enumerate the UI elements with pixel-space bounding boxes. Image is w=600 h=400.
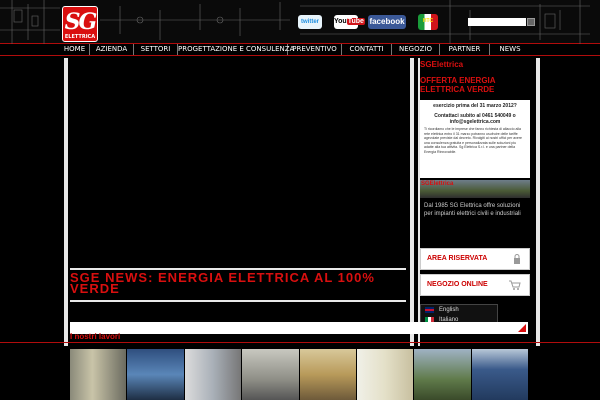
area-riservata-label: AREA RISERVATA <box>427 255 488 262</box>
sg-elettrica-logo[interactable]: SG ELETTRICA <box>62 6 98 42</box>
gallery-thumb-landscape[interactable] <box>414 349 471 400</box>
negozio-online-button[interactable]: NEGOZIO ONLINE <box>420 274 530 296</box>
twitter-link[interactable]: twitter <box>298 15 322 29</box>
nav-partner[interactable]: PARTNER <box>440 44 490 55</box>
header-divider <box>0 55 600 56</box>
cart-icon <box>509 280 521 290</box>
language-english-label: English <box>439 307 459 313</box>
nav-negozio[interactable]: NEGOZIO <box>392 44 440 55</box>
youtube-tube: Tube <box>346 18 365 25</box>
notice-contact: Contattaci subito al 0461 540049 o info@… <box>434 113 516 125</box>
site-header: SG ELETTRICA twitter YouTube facebook HT… <box>0 0 600 44</box>
area-riservata-button[interactable]: AREA RISERVATA <box>420 248 530 270</box>
facebook-link[interactable]: facebook <box>368 15 406 29</box>
news-heading[interactable]: SGE NEWS: ENERGIA ELETTRICA AL 100% VERD… <box>70 271 406 295</box>
sidebar-headline[interactable]: OFFERTA ENERGIA ELETTRICA VERDE <box>420 76 530 94</box>
notice-body: Ti ricordiamo che le imprese che fanno r… <box>424 127 522 154</box>
lock-icon <box>514 254 520 264</box>
logo-subtitle: ELETTRICA <box>64 34 96 40</box>
nav-preventivo[interactable]: PREVENTIVO <box>288 44 342 55</box>
gallery-thumb-electrical-panel[interactable] <box>70 349 127 400</box>
nav-azienda[interactable]: AZIENDA <box>90 44 134 55</box>
partner-badge-icon[interactable]: HTC <box>418 14 438 30</box>
sidebar-title: SGElettrica <box>420 60 464 69</box>
gallery-thumb-solar-panels[interactable] <box>471 349 528 400</box>
language-english[interactable]: English <box>421 305 497 315</box>
search-button[interactable] <box>527 18 535 26</box>
gallery-thumb-building[interactable] <box>299 349 356 400</box>
nav-news[interactable]: NEWS <box>490 44 530 55</box>
search-input[interactable] <box>468 18 526 26</box>
notice-box: esercizio prima del 31 marzo 2012? Conta… <box>420 100 530 178</box>
gallery-thumb-wiring-diagram[interactable] <box>356 349 414 400</box>
nav-progettazione[interactable]: PROGETTAZIONE E CONSULENZA <box>178 44 294 55</box>
main-content-panel <box>64 58 414 346</box>
negozio-online-label: NEGOZIO ONLINE <box>427 281 488 288</box>
gallery-thumb-switchboard[interactable] <box>184 349 242 400</box>
sidebar-photo-label: SGElettrica <box>421 181 454 187</box>
gallery-divider <box>0 342 600 343</box>
youtube-you: You <box>334 18 347 25</box>
youtube-link[interactable]: YouTube <box>334 15 365 29</box>
main-navigation: HOME AZIENDA SETTORI PROGETTAZIONE E CON… <box>60 44 540 55</box>
uk-flag-icon <box>425 307 434 313</box>
gallery-title: I nostri lavori <box>70 332 121 341</box>
nav-settori[interactable]: SETTORI <box>134 44 178 55</box>
nav-contatti[interactable]: CONTATTI <box>342 44 392 55</box>
gallery-thumb-control-room[interactable] <box>242 349 299 400</box>
gallery-bar <box>70 322 528 334</box>
news-divider-bottom <box>70 300 406 302</box>
project-gallery <box>70 349 528 400</box>
nav-home[interactable]: HOME <box>60 44 90 55</box>
corner-arrow-icon <box>518 324 526 332</box>
gallery-thumb-machinery[interactable] <box>127 349 184 400</box>
logo-text: SG <box>64 9 98 35</box>
sidebar-text: Dal 1985 SG Elettrica offre soluzioni pe… <box>424 203 521 217</box>
notice-title: esercizio prima del 31 marzo 2012? <box>433 103 517 109</box>
